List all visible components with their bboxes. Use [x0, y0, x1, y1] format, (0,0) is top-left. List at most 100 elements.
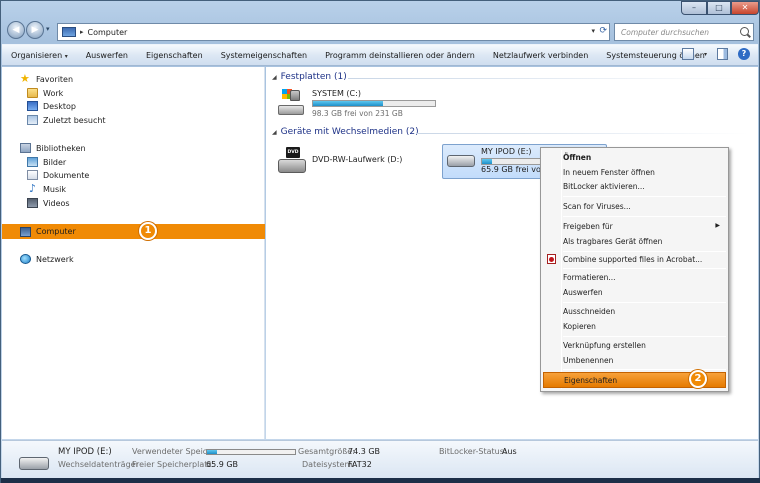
breadcrumb-computer[interactable]: Computer — [88, 28, 128, 37]
nav-work[interactable]: Work — [2, 86, 265, 100]
maximize-button[interactable]: □ — [707, 1, 731, 15]
context-menu: Öffnen In neuem Fenster öffnen BitLocker… — [540, 147, 729, 392]
details-used-label: Verwendeter Speic... — [132, 447, 215, 456]
back-button[interactable]: ◀ — [7, 21, 25, 39]
details-bitlocker-label: BitLocker-Status: — [439, 447, 507, 456]
group-hard-drives-label: Festplatten (1) — [280, 72, 347, 82]
breadcrumb-chevron-icon[interactable]: ▸ — [80, 28, 84, 36]
system-properties-button[interactable]: Systemeigenschaften — [212, 51, 316, 60]
details-total-label: Gesamtgröße: — [298, 447, 355, 456]
removable-drive-icon — [19, 457, 49, 470]
nav-network[interactable]: Netzwerk — [2, 252, 265, 266]
hard-drive-icon — [278, 89, 304, 115]
drive-dvd[interactable]: DVD DVD-RW-Laufwerk (D:) — [266, 147, 436, 177]
map-network-drive-button[interactable]: Netzlaufwerk verbinden — [484, 51, 597, 60]
properties-button[interactable]: Eigenschaften — [137, 51, 212, 60]
eject-button[interactable]: Auswerfen — [77, 51, 137, 60]
refresh-icon[interactable]: ⟳ — [599, 26, 607, 36]
details-free-value: 65.9 GB — [206, 460, 239, 469]
details-usage-fill — [207, 450, 217, 454]
drive-ipod-usage-fill — [482, 159, 492, 164]
command-bar: Organisieren ▾ Auswerfen Eigenschaften S… — [2, 44, 758, 66]
change-view-icon[interactable] — [681, 48, 694, 60]
computer-icon — [20, 226, 31, 237]
menu-separator — [563, 302, 726, 303]
menu-create-shortcut[interactable]: Verknüpfung erstellen — [543, 338, 726, 353]
libraries-icon — [20, 143, 31, 153]
drive-c-usage-fill — [313, 101, 383, 106]
drive-c[interactable]: SYSTEM (C:) 98.3 GB frei von 231 GB — [266, 87, 466, 121]
nav-desktop[interactable]: Desktop — [2, 99, 265, 113]
collapse-triangle-icon: ◢ — [272, 128, 277, 136]
music-note-icon: ♪ — [28, 182, 37, 195]
close-icon: ✕ — [741, 3, 749, 12]
menu-acrobat-combine[interactable]: Combine supported files in Acrobat... — [543, 252, 726, 267]
collapse-triangle-icon: ◢ — [272, 73, 277, 81]
menu-bitlocker[interactable]: BitLocker aktivieren... — [543, 179, 726, 194]
maximize-icon: □ — [715, 3, 723, 12]
nav-music[interactable]: ♪ Musik — [2, 182, 265, 196]
dvd-logo-icon: DVD — [286, 147, 300, 158]
group-removable[interactable]: ◢ Geräte mit Wechselmedien (2) — [272, 126, 419, 138]
nav-videos[interactable]: Videos — [2, 196, 265, 210]
menu-rename[interactable]: Umbenennen — [543, 353, 726, 368]
menu-open[interactable]: Öffnen — [543, 150, 726, 165]
forward-button[interactable]: ▶ — [26, 21, 44, 39]
menu-scan-viruses[interactable]: Scan for Viruses... — [543, 199, 726, 214]
title-bar: – □ ✕ ◀ ▶ ▾ ▸ Computer ▾ ⟳ Computer durc… — [1, 1, 759, 43]
menu-acrobat-label: Combine supported files in Acrobat... — [563, 255, 703, 264]
nav-recent[interactable]: Zuletzt besucht — [2, 113, 265, 127]
step-badge-1: 1 — [139, 222, 157, 240]
menu-open-portable[interactable]: Als tragbares Gerät öffnen — [543, 234, 726, 249]
nav-videos-label: Videos — [43, 198, 70, 208]
help-icon[interactable]: ? — [738, 48, 750, 60]
nav-network-label: Netzwerk — [36, 254, 74, 264]
nav-computer[interactable]: Computer — [2, 224, 265, 239]
history-dropdown-icon[interactable]: ▾ — [46, 25, 50, 33]
search-icon[interactable] — [740, 27, 749, 36]
nav-favorites[interactable]: ★ Favoriten — [2, 72, 265, 86]
menu-separator — [563, 268, 726, 269]
navigation-pane: ★ Favoriten Work Desktop Zuletzt besucht … — [2, 67, 265, 439]
preview-pane-icon[interactable] — [717, 48, 728, 60]
search-placeholder: Computer durchsuchen — [621, 27, 710, 37]
drive-c-info: SYSTEM (C:) 98.3 GB frei von 231 GB — [312, 89, 436, 118]
uninstall-program-button[interactable]: Programm deinstallieren oder ändern — [316, 51, 484, 60]
menu-share-with[interactable]: Freigeben für ▶ — [543, 219, 726, 234]
search-input[interactable]: Computer durchsuchen — [614, 23, 754, 41]
drive-c-free-space: 98.3 GB frei von 231 GB — [312, 109, 403, 118]
taskbar — [1, 478, 760, 483]
menu-separator — [563, 196, 726, 197]
menu-copy[interactable]: Kopieren — [543, 319, 726, 334]
menu-separator — [563, 216, 726, 217]
drive-c-usage-bar — [312, 100, 436, 107]
details-usage-bar — [206, 449, 296, 455]
submenu-arrow-icon: ▶ — [715, 222, 720, 229]
details-bitlocker-value: Aus — [502, 447, 517, 456]
menu-eject[interactable]: Auswerfen — [543, 285, 726, 300]
nav-documents[interactable]: Dokumente — [2, 168, 265, 182]
nav-documents-label: Dokumente — [43, 170, 90, 180]
minimize-button[interactable]: – — [681, 1, 707, 15]
nav-pictures[interactable]: Bilder — [2, 155, 265, 169]
address-bar[interactable]: ▸ Computer ▾ ⟳ — [57, 23, 610, 41]
group-hard-drives[interactable]: ◢ Festplatten (1) — [272, 71, 347, 83]
close-button[interactable]: ✕ — [731, 1, 759, 15]
nav-libraries[interactable]: Bibliotheken — [2, 141, 265, 155]
menu-cut[interactable]: Ausschneiden — [543, 304, 726, 319]
arrow-right-icon: ▶ — [31, 25, 39, 35]
star-icon: ★ — [20, 72, 30, 85]
details-total-value: 74.3 GB — [348, 447, 381, 456]
group-divider — [416, 133, 748, 134]
removable-drive-icon — [447, 149, 477, 173]
organize-button[interactable]: Organisieren ▾ — [2, 51, 77, 60]
drive-body — [278, 105, 304, 115]
nav-libraries-label: Bibliotheken — [36, 143, 86, 153]
address-dropdown-icon[interactable]: ▾ — [591, 27, 595, 35]
group-divider — [348, 78, 748, 79]
network-icon — [20, 254, 31, 264]
view-dropdown-icon[interactable]: ▾ — [704, 51, 707, 58]
menu-open-new-window[interactable]: In neuem Fenster öffnen — [543, 165, 726, 180]
menu-format[interactable]: Formatieren... — [543, 270, 726, 285]
chevron-down-icon: ▾ — [64, 52, 68, 60]
